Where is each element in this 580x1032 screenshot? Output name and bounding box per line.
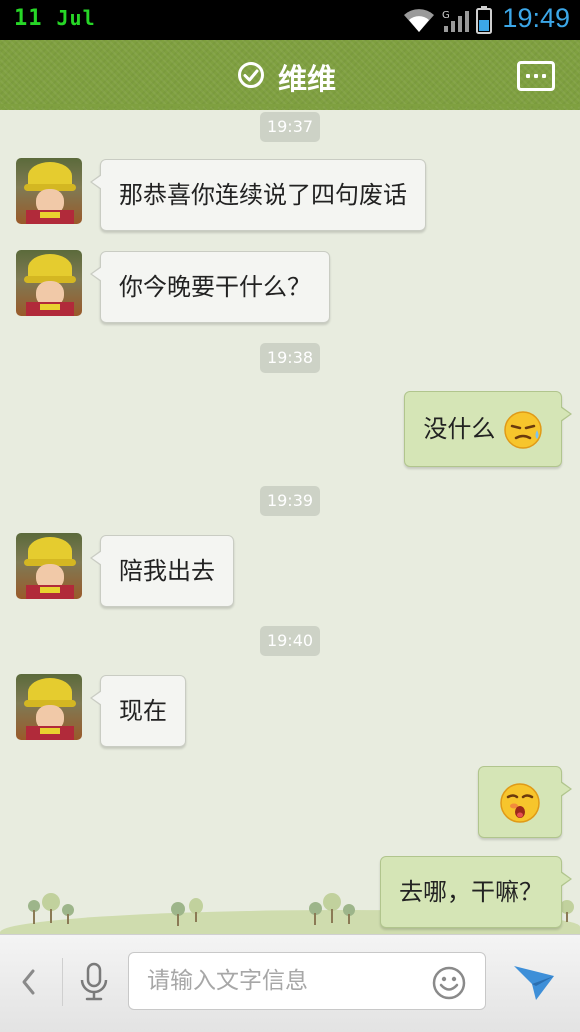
received-message[interactable]: 那恭喜你连续说了四句废话 xyxy=(90,159,426,231)
send-icon[interactable] xyxy=(512,960,556,1004)
contact-avatar[interactable] xyxy=(16,533,82,599)
status-time: 19:49 xyxy=(502,3,570,33)
received-message[interactable]: 现在 xyxy=(90,675,186,747)
status-month: Jul xyxy=(56,6,96,30)
menu-dot xyxy=(542,74,546,78)
status-day: 11 xyxy=(14,6,43,31)
tree-trunk xyxy=(566,912,568,922)
tree-trunk xyxy=(331,909,333,923)
tree-trunk xyxy=(348,914,350,924)
contact-avatar[interactable] xyxy=(16,250,82,316)
surprised-smiley-icon xyxy=(500,783,540,823)
tree-trunk xyxy=(314,913,316,925)
received-message[interactable]: 你今晚要干什么？ xyxy=(90,251,330,323)
back-chevron-icon[interactable] xyxy=(18,968,40,996)
sent-message[interactable]: 去哪，干嘛？ xyxy=(380,856,572,928)
signal-icon: G xyxy=(442,10,469,32)
contact-avatar[interactable] xyxy=(16,674,82,740)
title-bar-edge xyxy=(0,104,580,112)
tree-trunk xyxy=(177,914,179,926)
avatar-part xyxy=(26,210,74,224)
input-divider xyxy=(62,958,63,1006)
avatar-part xyxy=(26,726,74,740)
avatar-part xyxy=(26,585,74,599)
more-menu-button[interactable] xyxy=(517,61,555,91)
contact-avatar[interactable] xyxy=(16,158,82,224)
contact-name: 维维 xyxy=(278,62,337,96)
status-date: 11 Jul xyxy=(14,6,96,31)
sent-message[interactable]: 没什么 xyxy=(404,391,572,467)
online-check-icon xyxy=(238,62,264,88)
battery-icon xyxy=(476,6,492,34)
tree-trunk xyxy=(67,914,69,924)
sent-message-text: 没什么 xyxy=(423,415,496,443)
tree-trunk xyxy=(50,909,52,923)
tree-trunk xyxy=(195,912,197,922)
timestamp: 19:37 xyxy=(260,112,320,142)
received-message[interactable]: 陪我出去 xyxy=(90,535,234,607)
more-menu-icon xyxy=(526,74,530,78)
wifi-icon xyxy=(404,9,434,32)
sent-emoji-message[interactable] xyxy=(478,766,572,838)
timestamp: 19:38 xyxy=(260,343,320,373)
menu-dot xyxy=(534,74,538,78)
tree-trunk xyxy=(33,910,35,924)
mic-icon[interactable] xyxy=(78,962,110,1002)
avatar-part xyxy=(26,302,74,316)
status-bar: 11 Jul G 19:49 xyxy=(0,0,580,40)
timestamp: 19:40 xyxy=(260,626,320,656)
smiley-icon[interactable] xyxy=(432,966,466,1000)
timestamp: 19:39 xyxy=(260,486,320,516)
svg-text:G: G xyxy=(442,10,450,21)
sweating-smiley-icon xyxy=(504,411,542,449)
